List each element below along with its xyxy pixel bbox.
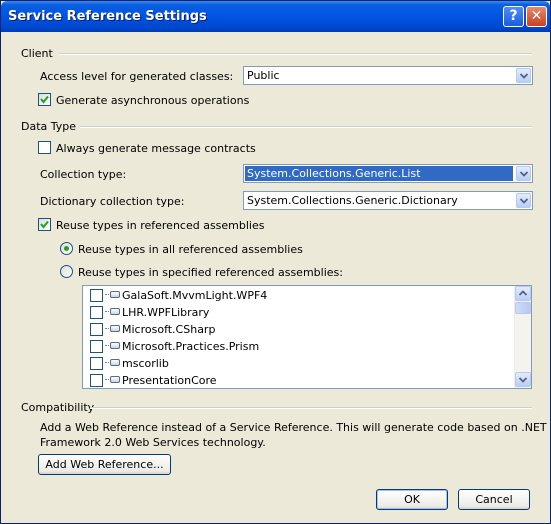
assembly-name: Microsoft.CSharp	[122, 323, 216, 336]
compatibility-separator	[90, 407, 532, 409]
service-reference-settings-dialog: Service Reference Settings ? ✕ Client Ac…	[0, 0, 551, 524]
collection-type-combo[interactable]: System.Collections.Generic.List	[243, 164, 533, 183]
assembly-checkbox[interactable]	[90, 340, 103, 353]
help-button[interactable]: ?	[503, 6, 524, 27]
list-item[interactable]: Microsoft.Practices.Prism	[83, 338, 513, 355]
data-type-separator	[80, 126, 532, 128]
compatibility-description-line1: Add a Web Reference instead of a Service…	[40, 421, 547, 434]
access-level-value: Public	[247, 69, 280, 82]
assemblies-list[interactable]: GalaSoft.MvvmLight.WPF4 LHR.WPFLibrary Mic…	[82, 285, 532, 389]
assembly-name: GalaSoft.MvvmLight.WPF4	[122, 289, 268, 302]
generate-async-label[interactable]: Generate asynchronous operations	[56, 94, 249, 107]
dictionary-type-value: System.Collections.Generic.Dictionary	[247, 194, 458, 207]
dictionary-type-combo[interactable]: System.Collections.Generic.Dictionary	[243, 191, 533, 210]
access-level-label: Access level for generated classes:	[40, 70, 234, 83]
generate-async-checkbox[interactable]	[38, 93, 51, 106]
always-generate-label[interactable]: Always generate message contracts	[56, 142, 256, 155]
assembly-checkbox[interactable]	[90, 306, 103, 319]
reuse-specified-label[interactable]: Reuse types in specified referenced asse…	[78, 266, 343, 279]
dialog-body: Client Access level for generated classe…	[4, 32, 547, 522]
assembly-icon	[110, 325, 120, 332]
chevron-down-icon	[520, 73, 528, 79]
data-type-section-heading: Data Type	[21, 120, 77, 133]
assembly-checkbox[interactable]	[90, 323, 103, 336]
chevron-down-icon	[520, 171, 528, 177]
assembly-name: PresentationCore	[122, 374, 217, 387]
scroll-up-button[interactable]	[515, 286, 531, 301]
list-item[interactable]: PresentationCore	[83, 372, 513, 388]
list-item[interactable]: LHR.WPFLibrary	[83, 304, 513, 321]
ok-button[interactable]: OK	[376, 489, 448, 510]
checkmark-icon	[40, 220, 49, 229]
assembly-checkbox[interactable]	[90, 374, 103, 387]
reuse-all-radio[interactable]	[60, 242, 73, 255]
title-bar[interactable]: Service Reference Settings ? ✕	[1, 1, 550, 32]
list-item[interactable]: mscorlib	[83, 355, 513, 372]
scroll-thumb[interactable]	[515, 302, 531, 314]
radio-selected-dot	[64, 246, 69, 251]
add-web-reference-button[interactable]: Add Web Reference...	[38, 454, 171, 475]
chevron-down-icon	[520, 198, 528, 204]
list-item[interactable]: Microsoft.CSharp	[83, 321, 513, 338]
reuse-all-label[interactable]: Reuse types in all referenced assemblies	[78, 243, 303, 256]
assembly-icon	[110, 376, 120, 383]
reuse-types-checkbox[interactable]	[38, 218, 51, 231]
checkmark-icon	[40, 95, 49, 104]
dialog-title: Service Reference Settings	[8, 9, 207, 24]
assembly-icon	[110, 342, 120, 349]
scroll-down-button[interactable]	[515, 372, 531, 387]
dictionary-type-label: Dictionary collection type:	[40, 195, 185, 208]
compatibility-section-heading: Compatibility	[21, 401, 95, 414]
assembly-name: LHR.WPFLibrary	[122, 306, 210, 319]
access-level-combo[interactable]: Public	[243, 66, 533, 85]
cancel-label: Cancel	[475, 493, 513, 506]
add-web-reference-label: Add Web Reference...	[45, 458, 164, 471]
help-icon: ?	[509, 8, 518, 24]
close-button[interactable]: ✕	[526, 6, 547, 27]
cancel-button[interactable]: Cancel	[458, 489, 530, 510]
list-item[interactable]: GalaSoft.MvvmLight.WPF4	[83, 287, 513, 304]
reuse-types-label[interactable]: Reuse types in referenced assemblies	[56, 219, 265, 232]
dictionary-type-dropdown-button[interactable]	[516, 193, 531, 208]
always-generate-checkbox[interactable]	[38, 141, 51, 154]
client-section-heading: Client	[21, 47, 53, 60]
collection-type-label: Collection type:	[40, 168, 127, 181]
close-icon: ✕	[530, 8, 543, 24]
assembly-icon	[110, 308, 120, 315]
collection-type-dropdown-button[interactable]	[516, 166, 531, 181]
assembly-checkbox[interactable]	[90, 357, 103, 370]
client-separator	[59, 53, 532, 55]
compatibility-description-line2: Framework 2.0 Web Services technology.	[40, 436, 266, 449]
assembly-checkbox[interactable]	[90, 289, 103, 302]
assembly-icon	[110, 359, 120, 366]
access-level-dropdown-button[interactable]	[516, 68, 531, 83]
assemblies-scrollbar[interactable]	[514, 286, 531, 388]
assembly-icon	[110, 291, 120, 298]
collection-type-value: System.Collections.Generic.List	[245, 166, 513, 181]
chevron-down-icon	[519, 377, 527, 383]
assembly-name: Microsoft.Practices.Prism	[122, 340, 260, 353]
ok-label: OK	[404, 493, 420, 506]
reuse-specified-radio[interactable]	[60, 265, 73, 278]
chevron-up-icon	[519, 290, 527, 296]
assembly-name: mscorlib	[122, 357, 169, 370]
